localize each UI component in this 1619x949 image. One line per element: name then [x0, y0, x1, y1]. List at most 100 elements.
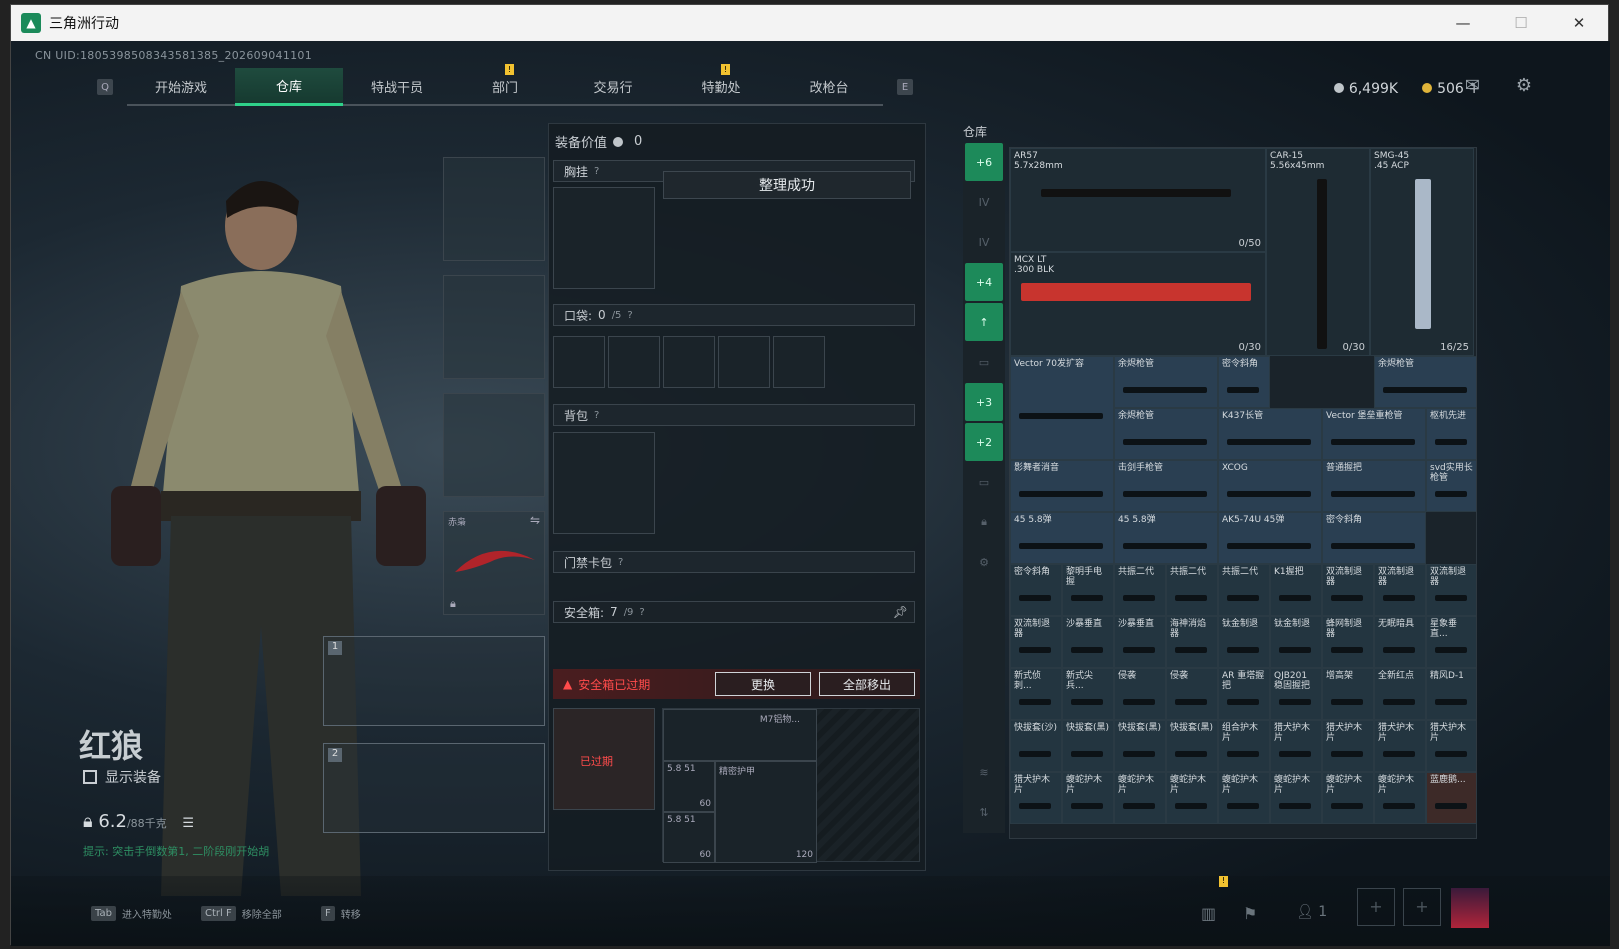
player-avatar[interactable]: [1451, 888, 1489, 928]
gear-icon[interactable]: ⚙: [965, 543, 1003, 581]
attachment-item[interactable]: svd实用长枪管: [1426, 460, 1476, 512]
pin-icon[interactable]: 📌︎: [893, 605, 908, 619]
attachment-item[interactable]: 蝮蛇护木片: [1114, 772, 1166, 824]
pocket-slot[interactable]: [663, 336, 715, 388]
chest-rig-slot[interactable]: [553, 187, 655, 289]
attachment-item[interactable]: AK5-74U 45弹: [1218, 512, 1322, 564]
close-button[interactable]: ✕: [1550, 5, 1608, 41]
attachment-item[interactable]: 黎明手电握: [1062, 564, 1114, 616]
attachment-item[interactable]: 猎犬护木片: [1374, 720, 1426, 772]
attachment-item[interactable]: XCOG: [1218, 460, 1322, 512]
tab-trade[interactable]: 交易行: [559, 68, 667, 106]
key-hint[interactable]: F 转移: [321, 906, 361, 921]
attachment-item[interactable]: 沙暴垂直: [1062, 616, 1114, 668]
mail-icon[interactable]: ✉: [1465, 75, 1480, 96]
attachment-item[interactable]: 精风D-1: [1426, 668, 1476, 720]
stats-icon[interactable]: ▥: [1201, 904, 1216, 923]
storage-page-3[interactable]: IV: [965, 223, 1003, 261]
attachment-item[interactable]: K437长管: [1218, 408, 1322, 460]
attachment-item[interactable]: 侵袭: [1114, 668, 1166, 720]
attachment-item[interactable]: 猎犬护木片: [1270, 720, 1322, 772]
attachment-item[interactable]: 双流制退器: [1010, 616, 1062, 668]
tab-special-ops[interactable]: ! 特勤处: [667, 64, 775, 106]
pocket-slot[interactable]: [718, 336, 770, 388]
attachment-item[interactable]: 余烬枪管: [1114, 356, 1218, 408]
sort-icon[interactable]: ⇅: [965, 793, 1003, 831]
tab-warehouse[interactable]: 仓库: [235, 68, 343, 106]
attachment-item[interactable]: 沙暴垂直: [1114, 616, 1166, 668]
squad-icon[interactable]: 👤︎ 1: [1296, 904, 1327, 920]
weapon-item[interactable]: AR57 5.7x28mm 0/50: [1010, 148, 1266, 252]
layers-icon[interactable]: ≋: [965, 753, 1003, 791]
storage-page-2[interactable]: IV: [965, 183, 1003, 221]
maximize-button[interactable]: ☐: [1492, 5, 1550, 41]
attachment-item[interactable]: 蓝鹿鹅...: [1426, 772, 1476, 824]
attachment-item[interactable]: 余烬枪管: [1114, 408, 1218, 460]
swap-icon[interactable]: ⇋: [530, 513, 540, 527]
lock-icon[interactable]: 🔒︎: [965, 503, 1003, 541]
help-icon[interactable]: ?: [627, 310, 632, 321]
attachment-item[interactable]: 蝮蛇护木片: [1270, 772, 1322, 824]
attachment-item[interactable]: 密令斜角: [1322, 512, 1426, 564]
help-icon[interactable]: ?: [618, 557, 623, 568]
safe-item[interactable]: 精密护甲 120: [715, 761, 817, 863]
attachment-item[interactable]: 猎犬护木片: [1322, 720, 1374, 772]
attachment-item[interactable]: 45 5.8弹: [1010, 512, 1114, 564]
pistol-slot[interactable]: [443, 393, 545, 497]
attachment-item[interactable]: 双流制退器: [1322, 564, 1374, 616]
secondary-weapon-slot[interactable]: 2: [323, 743, 545, 833]
melee-slot[interactable]: 赤枭 ⇋ 🔒︎: [443, 511, 545, 615]
attachment-item[interactable]: 快拔套(黑): [1166, 720, 1218, 772]
tab-next-key[interactable]: E: [897, 79, 913, 95]
attachment-item[interactable]: 蝮蛇护木片: [1322, 772, 1374, 824]
storage-page-6[interactable]: ▭: [965, 343, 1003, 381]
list-icon[interactable]: ☰: [182, 816, 194, 831]
attachment-item[interactable]: Vector 70发扩容: [1010, 356, 1114, 460]
attachment-item[interactable]: 密令斜角: [1218, 356, 1270, 408]
tab-operators[interactable]: 特战干员: [343, 68, 451, 106]
helmet-slot[interactable]: [443, 157, 545, 261]
attachment-item[interactable]: 蝮蛇护木片: [1062, 772, 1114, 824]
pocket-slot[interactable]: [608, 336, 660, 388]
attachment-item[interactable]: 海神消焰器: [1166, 616, 1218, 668]
backpack-slot[interactable]: [553, 432, 655, 534]
remove-all-button[interactable]: 全部移出: [819, 672, 915, 696]
attachment-item[interactable]: 双流制退器: [1374, 564, 1426, 616]
attachment-item[interactable]: 枢机先进: [1426, 408, 1476, 460]
storage-page-9[interactable]: ▭: [965, 463, 1003, 501]
armor-slot[interactable]: [443, 275, 545, 379]
attachment-item[interactable]: 共振二代: [1114, 564, 1166, 616]
attachment-item[interactable]: 新式尖兵...: [1062, 668, 1114, 720]
storage-page-7[interactable]: +3: [965, 383, 1003, 421]
primary-weapon-slot[interactable]: 1: [323, 636, 545, 726]
attachment-item[interactable]: 蜂网制退器: [1322, 616, 1374, 668]
attachment-item[interactable]: 击剑手枪管: [1114, 460, 1218, 512]
attachment-item[interactable]: 双流制退器: [1426, 564, 1476, 616]
flag-icon[interactable]: ⚑: [1243, 904, 1257, 923]
tab-gunsmith[interactable]: 改枪台: [775, 68, 883, 106]
help-icon[interactable]: ?: [639, 607, 644, 618]
attachment-item[interactable]: 余烬枪管: [1374, 356, 1476, 408]
attachment-item[interactable]: 组合护木片: [1218, 720, 1270, 772]
attachment-item[interactable]: 新式侦刺...: [1010, 668, 1062, 720]
attachment-item[interactable]: 星象垂直...: [1426, 616, 1476, 668]
replace-button[interactable]: 更换: [715, 672, 811, 696]
attachment-item[interactable]: 密令斜角: [1010, 564, 1062, 616]
show-equipment-toggle[interactable]: 显示装备: [83, 767, 161, 787]
safe-item[interactable]: M7铝物...: [663, 709, 817, 761]
attachment-item[interactable]: QJB201 稳固握把: [1270, 668, 1322, 720]
attachment-item[interactable]: 无眠暗具: [1374, 616, 1426, 668]
attachment-item[interactable]: 快拔套(沙): [1010, 720, 1062, 772]
attachment-item[interactable]: 蝮蛇护木片: [1166, 772, 1218, 824]
pocket-slot[interactable]: [553, 336, 605, 388]
attachment-item[interactable]: Vector 堡垒重枪管: [1322, 408, 1426, 460]
attachment-item[interactable]: 猎犬护木片: [1010, 772, 1062, 824]
key-hint[interactable]: Ctrl F 移除全部: [201, 906, 282, 921]
weapon-item[interactable]: SMG-45.45 ACP 16/25: [1370, 148, 1474, 356]
safe-item[interactable]: 5.8 51 60: [663, 812, 715, 863]
invite-slot[interactable]: +: [1357, 888, 1395, 926]
weapon-item[interactable]: MCX LT .300 BLK 0/30: [1010, 252, 1266, 356]
storage-page-1[interactable]: +6: [965, 143, 1003, 181]
attachment-item[interactable]: 快拔套(黑): [1062, 720, 1114, 772]
gear-icon[interactable]: ⚙: [1516, 75, 1532, 96]
